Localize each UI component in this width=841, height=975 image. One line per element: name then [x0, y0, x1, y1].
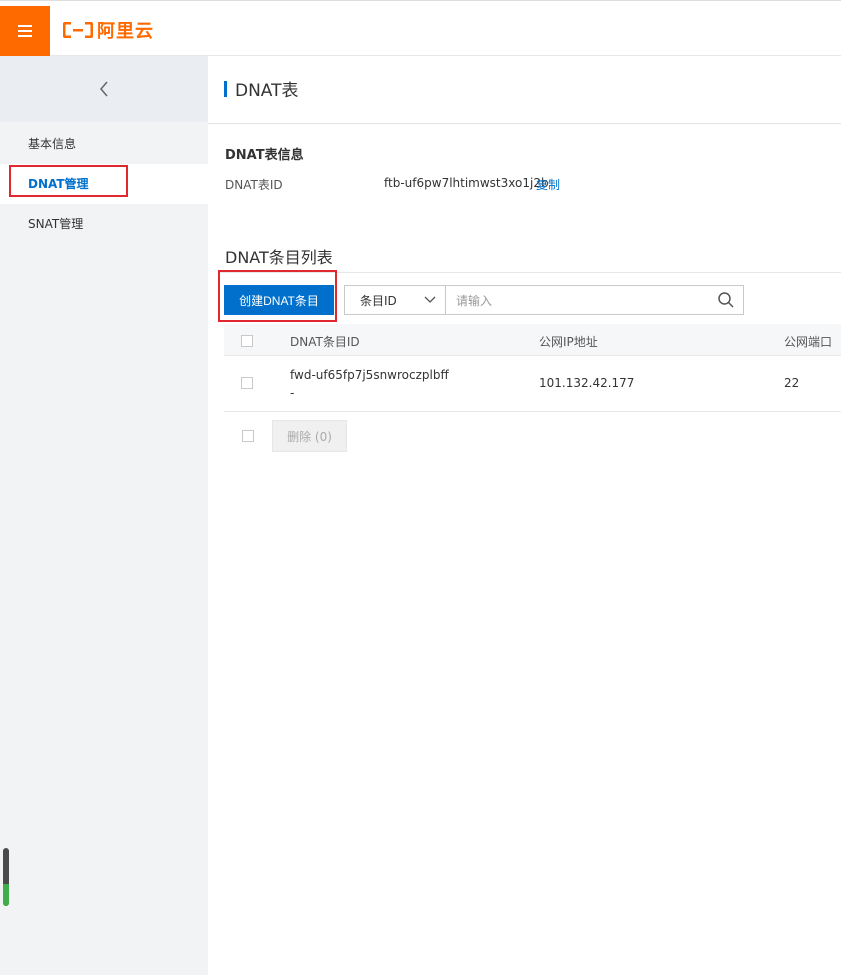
- page-header: DNAT表: [208, 56, 841, 124]
- filter-select-value: 条目ID: [360, 293, 397, 308]
- sidebar-item-dnat-management[interactable]: DNAT管理: [0, 164, 208, 204]
- menu-button[interactable]: [0, 6, 50, 56]
- search-icon[interactable]: [717, 291, 735, 309]
- dnat-id-value: ftb-uf6pw7lhtimwst3xo1j2b: [384, 176, 549, 190]
- divider: [218, 272, 841, 273]
- public-port-cell: 22: [784, 376, 800, 390]
- row-checkbox[interactable]: [241, 377, 253, 389]
- sidebar-back-button[interactable]: [0, 56, 208, 122]
- menu-icon: [18, 25, 32, 37]
- delete-button[interactable]: 删除 (0): [272, 420, 347, 452]
- chevron-left-icon: [100, 81, 108, 97]
- table-row: fwd-uf65fp7j5snwroczplbff - 101.132.42.1…: [224, 356, 841, 412]
- entry-id-sub: -: [290, 386, 295, 400]
- column-header-public-ip: 公网IP地址: [539, 335, 598, 349]
- entry-id-cell: fwd-uf65fp7j5snwroczplbff: [290, 368, 449, 382]
- chevron-down-icon: [424, 296, 436, 303]
- logo-text: 阿里云: [97, 21, 154, 42]
- column-header-public-port: 公网端口: [784, 335, 833, 349]
- title-accent-bar: [224, 81, 227, 97]
- aliyun-logo[interactable]: 阿里云: [63, 19, 154, 42]
- copy-link[interactable]: 复制: [536, 176, 560, 193]
- filter-select[interactable]: 条目ID: [344, 285, 446, 315]
- select-all-checkbox[interactable]: [241, 335, 253, 347]
- page-title: DNAT表: [235, 81, 299, 101]
- top-bar: 阿里云: [0, 0, 841, 56]
- create-dnat-entry-button[interactable]: 创建DNAT条目: [224, 285, 334, 315]
- list-section-title: DNAT条目列表: [225, 248, 333, 267]
- main-content: DNAT表 DNAT表信息 DNAT表ID ftb-uf6pw7lhtimwst…: [208, 56, 841, 975]
- sidebar-item-basic-info[interactable]: 基本信息: [0, 124, 208, 164]
- sidebar-item-snat-management[interactable]: SNAT管理: [0, 204, 208, 244]
- sidebar: 基本信息 DNAT管理 SNAT管理: [0, 56, 208, 975]
- column-header-entry-id: DNAT条目ID: [290, 335, 360, 349]
- table-footer: 删除 (0): [224, 420, 841, 452]
- search-box: [445, 285, 744, 315]
- search-input[interactable]: [454, 291, 698, 311]
- public-ip-cell: 101.132.42.177: [539, 376, 635, 390]
- scroll-indicator: [3, 848, 9, 906]
- table-header: DNAT条目ID 公网IP地址 公网端口: [224, 324, 841, 356]
- info-section-title: DNAT表信息: [225, 148, 304, 163]
- footer-select-checkbox[interactable]: [242, 430, 254, 442]
- dnat-id-label: DNAT表ID: [225, 178, 283, 192]
- aliyun-logo-icon: [63, 22, 93, 38]
